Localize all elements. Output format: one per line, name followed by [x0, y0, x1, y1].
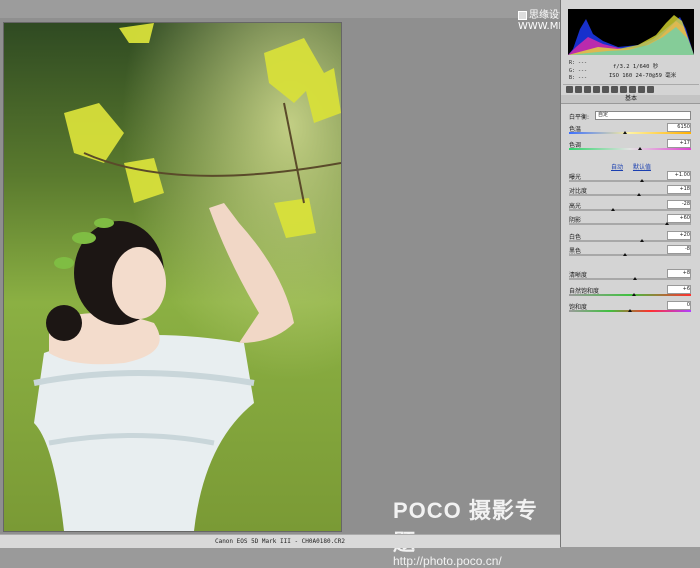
slider-thumb[interactable] — [610, 208, 615, 211]
histogram-graph — [568, 15, 694, 55]
white-balance-label: 白平衡: — [569, 114, 590, 121]
status-bar: Canon EOS 5D Mark III - CH0A0180.CR2 — [0, 534, 560, 548]
slider-thumb[interactable] — [623, 253, 628, 256]
slider-track[interactable] — [569, 194, 691, 196]
slider-thumb[interactable] — [631, 293, 636, 296]
tab-split-icon[interactable] — [602, 86, 609, 93]
slider-thumb[interactable] — [623, 131, 628, 134]
tab-lens-icon[interactable] — [611, 86, 618, 93]
camera-exposure: f/3.2 1/640 秒 — [613, 64, 659, 70]
default-link[interactable]: 默认值 — [633, 164, 651, 171]
rgb-readout: R: --- G: --- B: --- — [569, 60, 587, 83]
slider-value-field[interactable]: 0 — [667, 301, 691, 310]
slider-thumb[interactable] — [637, 147, 642, 150]
slider-value-field[interactable]: +18 — [667, 185, 691, 194]
watermark-url: http://photo.poco.cn/ — [393, 554, 502, 568]
slider-value-field[interactable]: 6150 — [667, 123, 691, 132]
slider-row: 自然饱和度 +6 — [569, 285, 693, 298]
slider-row: 色调 +17 — [569, 139, 693, 152]
slider-row: 阴影 +60 — [569, 214, 693, 227]
auto-default-links: 自动 默认值 — [561, 162, 700, 171]
camera-iso-lens: ISO 160 24-70@59 毫米 — [609, 73, 677, 79]
slider-row: 色温 6150 — [569, 123, 693, 136]
canvas-top-strip — [0, 0, 560, 18]
slider-row: 高光 -28 — [569, 200, 693, 213]
info-area: R: --- G: --- B: --- f/3.2 1/640 秒 ISO 1… — [563, 58, 699, 85]
slider-row: 白色 +20 — [569, 231, 693, 244]
tab-presets-icon[interactable] — [638, 86, 645, 93]
slider-value-field[interactable]: +8 — [667, 269, 691, 278]
white-balance-select[interactable]: 自定 — [595, 111, 691, 120]
checkbox-icon[interactable] — [518, 10, 527, 20]
slider-row: 对比度 +18 — [569, 185, 693, 198]
slider-value-field[interactable]: +20 — [667, 231, 691, 240]
slider-track[interactable] — [569, 209, 691, 211]
slider-thumb[interactable] — [628, 309, 632, 312]
slider-row: 黑色 -8 — [569, 245, 693, 258]
slider-row: 饱和度 0 — [569, 301, 693, 314]
slider-track[interactable] — [569, 148, 691, 150]
photo-illustration — [4, 23, 341, 531]
panel-tabs — [563, 85, 700, 94]
tab-camera-icon[interactable] — [629, 86, 636, 93]
slider-track[interactable] — [569, 278, 691, 280]
image-canvas[interactable]: POCO 摄影专题 http://photo.poco.cn/ Canon EO… — [0, 0, 560, 568]
tab-curve-icon[interactable] — [575, 86, 582, 93]
slider-value-field[interactable]: +6 — [667, 285, 691, 294]
tab-detail-icon[interactable] — [584, 86, 591, 93]
panel-title: 基本 — [561, 95, 700, 104]
tab-basic-icon[interactable] — [566, 86, 573, 93]
slider-value-field[interactable]: -28 — [667, 200, 691, 209]
slider-thumb[interactable] — [664, 222, 669, 225]
slider-row: 清晰度 +8 — [569, 269, 693, 282]
slider-value-field[interactable]: +60 — [667, 214, 691, 223]
slider-thumb[interactable] — [640, 179, 645, 182]
slider-track[interactable] — [569, 180, 691, 182]
slider-value-field[interactable]: +17 — [667, 139, 691, 148]
tab-hsl-icon[interactable] — [593, 86, 600, 93]
white-balance-row: 白平衡: 自定 — [569, 111, 693, 121]
adjustment-panel: R: --- G: --- B: --- f/3.2 1/640 秒 ISO 1… — [560, 0, 700, 547]
histogram — [568, 9, 694, 55]
auto-link[interactable]: 自动 — [611, 164, 623, 171]
g-readout: G: --- — [569, 67, 588, 74]
r-readout: R: --- — [569, 60, 588, 66]
slider-track[interactable] — [569, 240, 691, 242]
b-readout: B: --- — [569, 75, 588, 81]
slider-track[interactable] — [569, 294, 691, 296]
slider-value-field[interactable]: +1.00 — [667, 171, 691, 180]
photo-preview[interactable] — [3, 22, 342, 532]
slider-track[interactable] — [569, 132, 691, 134]
tab-snapshot-icon[interactable] — [647, 86, 654, 93]
tab-fx-icon[interactable] — [620, 86, 627, 93]
slider-thumb[interactable] — [636, 193, 641, 196]
slider-thumb[interactable] — [640, 239, 645, 242]
slider-value-field[interactable]: -8 — [667, 245, 691, 254]
slider-row: 曝光 +1.00 — [569, 171, 693, 184]
watermark: POCO 摄影专题 http://photo.poco.cn/ — [393, 493, 560, 568]
slider-thumb[interactable] — [632, 277, 637, 280]
slider-track[interactable] — [569, 254, 691, 256]
slider-track[interactable] — [569, 223, 691, 225]
